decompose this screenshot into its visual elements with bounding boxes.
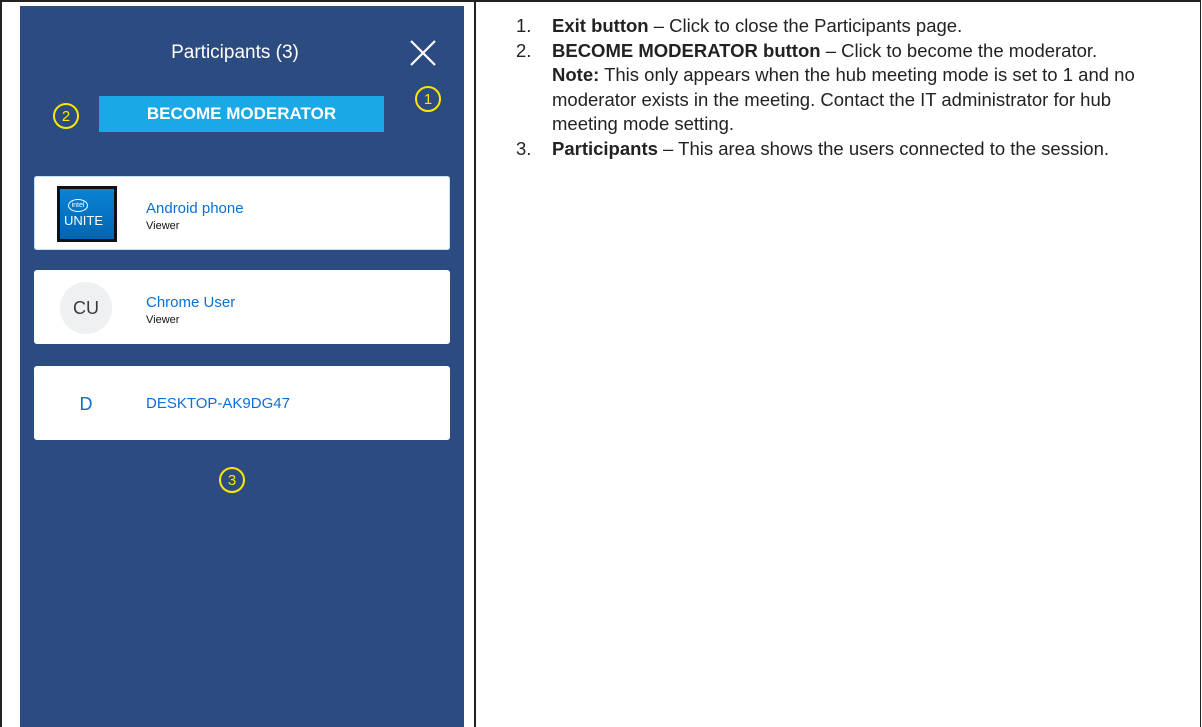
close-icon	[410, 40, 436, 66]
list-item: 2. BECOME MODERATOR button – Click to be…	[516, 39, 1172, 137]
page-title: Participants (3)	[171, 42, 299, 63]
list-item: 1. Exit button – Click to close the Part…	[516, 14, 1172, 39]
item-text: – Click to become the moderator.	[820, 39, 1098, 61]
avatar: CU	[60, 282, 112, 334]
participant-name: Android phone	[146, 200, 244, 217]
callout-3: 3	[219, 467, 245, 493]
item-text: – Click to close the Participants page.	[648, 15, 963, 36]
participant-name: Chrome User	[146, 294, 236, 311]
item-text: – This area shows the users connected to…	[657, 137, 1110, 159]
item-term: Participants	[552, 137, 658, 159]
participants-panel: Participants (3) 1 2 BECOME MODERATOR in…	[20, 6, 464, 727]
callout-1: 1	[415, 86, 441, 112]
participant-card-chrome-user[interactable]: CU Chrome User Viewer	[34, 270, 450, 344]
participant-card-android-phone[interactable]: intel UNITE Android phone Viewer	[34, 176, 450, 250]
item-number: 2.	[516, 39, 532, 61]
description-list: 1. Exit button – Click to close the Part…	[516, 14, 1172, 162]
become-moderator-button[interactable]: BECOME MODERATOR	[99, 96, 384, 132]
logo-unite-text: UNITE	[64, 213, 103, 228]
intel-unite-logo: intel UNITE	[57, 186, 117, 242]
exit-button[interactable]	[408, 38, 438, 68]
note-label: Note:	[552, 64, 600, 85]
note-text: This only appears when the hub meeting m…	[552, 64, 1135, 134]
item-term: BECOME MODERATOR button	[552, 39, 821, 61]
column-divider	[474, 0, 476, 727]
item-term: Exit button	[552, 15, 649, 36]
note: Note: This only appears when the hub mee…	[552, 63, 1172, 137]
logo-intel-text: intel	[68, 199, 88, 212]
item-number: 3.	[516, 137, 532, 159]
item-number: 1.	[516, 15, 532, 36]
callout-2: 2	[53, 103, 79, 129]
participant-card-desktop[interactable]: D DESKTOP-AK9DG47	[34, 366, 450, 440]
participant-role: Viewer	[146, 314, 180, 326]
avatar: D	[79, 393, 93, 414]
participant-name: DESKTOP-AK9DG47	[146, 395, 290, 412]
participant-role: Viewer	[146, 220, 180, 232]
list-item: 3. Participants – This area shows the us…	[516, 137, 1172, 162]
